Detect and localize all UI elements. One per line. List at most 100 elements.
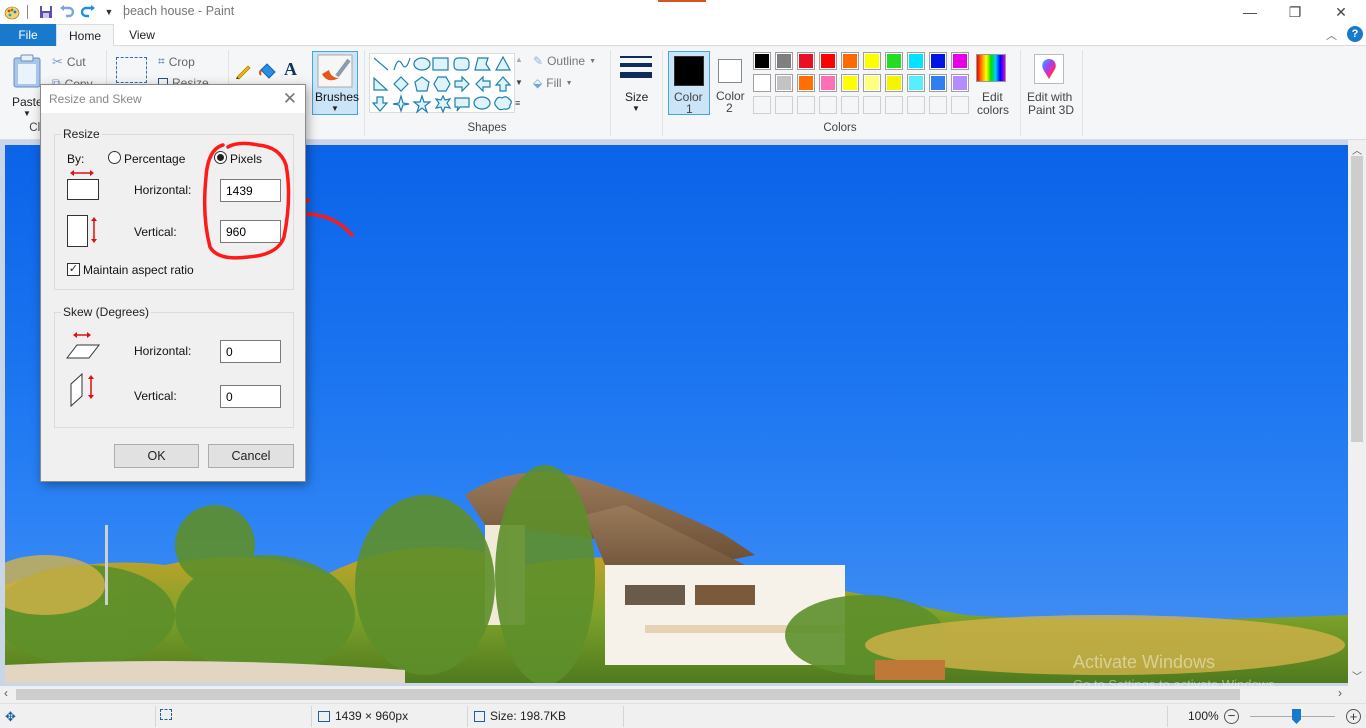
size-line-medium	[620, 63, 652, 67]
cancel-button[interactable]: Cancel	[208, 444, 294, 468]
outline-label: Outline	[547, 54, 586, 68]
palette-swatch[interactable]	[863, 74, 881, 92]
palette-swatch[interactable]	[753, 74, 771, 92]
palette-swatch[interactable]	[775, 74, 793, 92]
paint3d-label[interactable]: Edit with	[1027, 90, 1072, 104]
status-bar: ✥ 1439 × 960px Size: 198.7KB 100% − +	[0, 703, 1366, 728]
tab-home[interactable]: Home	[56, 24, 114, 47]
custom-color-slot[interactable]	[753, 96, 771, 114]
palette-swatch[interactable]	[819, 74, 837, 92]
shapes-scroll-down-icon[interactable]: ▼	[515, 78, 523, 87]
palette-swatch[interactable]	[885, 74, 903, 92]
custom-color-slot[interactable]	[797, 96, 815, 114]
scroll-left-icon[interactable]: ‹	[4, 686, 8, 700]
dialog-close-button[interactable]: ✕	[283, 89, 297, 109]
customize-qat-icon[interactable]: ▼	[100, 3, 118, 21]
paint3d-label-2[interactable]: Paint 3D	[1028, 103, 1074, 117]
skew-legend: Skew (Degrees)	[61, 305, 152, 319]
zoom-out-button[interactable]: −	[1224, 709, 1239, 724]
palette-swatch[interactable]	[929, 74, 947, 92]
palette-swatch[interactable]	[951, 74, 969, 92]
brushes-button[interactable]: Brushes ▼	[312, 51, 359, 115]
skew-vertical-input[interactable]	[220, 385, 281, 408]
custom-color-slot[interactable]	[885, 96, 903, 114]
custom-color-slot[interactable]	[863, 96, 881, 114]
palette-swatch[interactable]	[841, 74, 859, 92]
scroll-up-icon[interactable]: ︿	[1352, 142, 1362, 157]
palette-swatch[interactable]	[753, 52, 771, 70]
tab-file[interactable]: File	[0, 24, 56, 46]
tab-view[interactable]: View	[114, 24, 170, 46]
vertical-scrollbar[interactable]: ︿ ﹀	[1348, 140, 1366, 686]
custom-color-slot[interactable]	[929, 96, 947, 114]
palette-swatch[interactable]	[885, 52, 903, 70]
ok-button[interactable]: OK	[114, 444, 199, 468]
color1-swatch	[674, 56, 704, 86]
dialog-title-bar: Resize and Skew ✕	[41, 85, 305, 113]
horizontal-scrollbar[interactable]: ‹ ›	[0, 686, 1366, 703]
crop-button[interactable]: ⌗ Crop	[158, 54, 195, 69]
palette-swatch[interactable]	[907, 52, 925, 70]
maintain-aspect-checkbox[interactable]: ✓	[67, 263, 80, 276]
zoom-level: 100%	[1188, 709, 1219, 723]
custom-color-slot[interactable]	[819, 96, 837, 114]
fill-label: Fill	[546, 76, 562, 90]
dialog-title: Resize and Skew	[49, 92, 142, 106]
palette-swatch[interactable]	[819, 52, 837, 70]
restore-button[interactable]: ❐	[1272, 0, 1318, 24]
by-label: By:	[67, 152, 85, 166]
vertical-scroll-thumb[interactable]	[1351, 156, 1363, 442]
palette-swatch[interactable]	[951, 52, 969, 70]
scroll-right-icon[interactable]: ›	[1338, 686, 1342, 700]
undo-icon[interactable]	[58, 3, 76, 21]
text-tool-icon[interactable]: A	[284, 59, 297, 80]
zoom-in-button[interactable]: +	[1346, 709, 1361, 724]
edit-colors-label[interactable]: Edit	[982, 90, 1003, 104]
select-button[interactable]	[116, 57, 147, 83]
pencil-icon[interactable]	[234, 62, 252, 80]
palette-swatch[interactable]	[797, 52, 815, 70]
fill-icon: ⬙	[533, 76, 543, 90]
color2-button[interactable]: Color 2	[712, 51, 750, 115]
palette-swatch[interactable]	[841, 52, 859, 70]
color2-number: 2	[726, 101, 733, 115]
zoom-slider-thumb[interactable]	[1292, 709, 1301, 724]
paste-dropdown-icon[interactable]: ▼	[23, 109, 31, 118]
palette-swatch[interactable]	[775, 52, 793, 70]
save-icon[interactable]	[37, 3, 55, 21]
percentage-label[interactable]: Percentage	[124, 152, 185, 166]
color1-button[interactable]: Color 1	[668, 51, 710, 116]
collapse-ribbon-icon[interactable]: ︿	[1326, 27, 1337, 43]
horizontal-scroll-thumb[interactable]	[16, 689, 1240, 700]
palette-swatch[interactable]	[929, 52, 947, 70]
close-button[interactable]: ✕	[1318, 0, 1364, 24]
scroll-down-icon[interactable]: ﹀	[1352, 668, 1362, 683]
custom-color-slot[interactable]	[841, 96, 859, 114]
custom-color-slot[interactable]	[907, 96, 925, 114]
redo-icon[interactable]	[79, 3, 97, 21]
custom-color-slot[interactable]	[951, 96, 969, 114]
palette-swatch[interactable]	[797, 74, 815, 92]
shapes-scroll-up-icon[interactable]: ▲	[515, 55, 523, 64]
percentage-radio[interactable]	[108, 151, 121, 164]
shapes-expand-icon[interactable]: ≡	[515, 98, 520, 108]
palette-swatch[interactable]	[863, 52, 881, 70]
outline-button[interactable]: ✎ Outline ▼	[533, 54, 596, 68]
shapes-group-label: Shapes	[467, 122, 507, 134]
title-bar: ▼ beach house - Paint — ❐ ✕	[0, 0, 1366, 24]
fill-button[interactable]: ⬙ Fill ▼	[533, 76, 573, 90]
status-separator	[467, 706, 468, 727]
fill-bucket-icon[interactable]	[258, 61, 278, 81]
edit-colors-label-2[interactable]: colors	[977, 103, 1009, 117]
skew-horizontal-input[interactable]	[220, 340, 281, 363]
size-button[interactable]: Size ▼	[617, 52, 655, 116]
minimize-button[interactable]: —	[1227, 0, 1273, 24]
custom-color-slot[interactable]	[775, 96, 793, 114]
palette-swatch[interactable]	[907, 74, 925, 92]
paint3d-icon[interactable]	[1034, 54, 1064, 84]
edit-colors-icon[interactable]	[976, 54, 1006, 82]
paint-app-icon[interactable]	[3, 3, 21, 21]
maintain-aspect-label[interactable]: Maintain aspect ratio	[83, 263, 194, 277]
help-icon[interactable]: ?	[1347, 26, 1363, 42]
cut-button[interactable]: ✂ Cut	[52, 54, 86, 70]
